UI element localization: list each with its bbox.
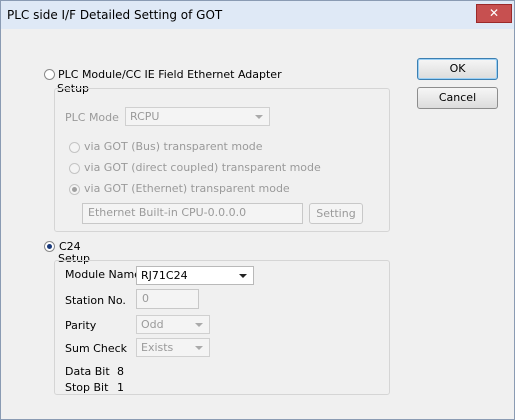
chevron-down-icon (255, 115, 263, 119)
setting-button[interactable]: Setting (309, 203, 363, 224)
plc-module-setup-group: PLC Mode RCPU via GOT (Bus) transparent … (54, 88, 390, 232)
dialog-client-area: OK Cancel PLC Module/CC IE Field Etherne… (7, 31, 508, 413)
plc-module-radio-label: PLC Module/CC IE Field Ethernet Adapter (58, 68, 282, 81)
via-got-bus-label: via GOT (Bus) transparent mode (84, 140, 263, 153)
module-name-select[interactable]: RJ71C24 (136, 266, 254, 285)
data-bit-label: Data Bit (65, 365, 110, 378)
plc-mode-value: RCPU (130, 110, 160, 123)
station-no-value: 0 (142, 292, 149, 305)
stop-bit-label: Stop Bit (65, 381, 109, 394)
setting-button-label: Setting (316, 207, 356, 220)
ethernet-target-value: Ethernet Built-in CPU-0.0.0.0 (88, 206, 247, 219)
station-no-field[interactable]: 0 (136, 289, 199, 309)
sum-check-label: Sum Check (65, 342, 128, 355)
stop-bit-value: 1 (117, 381, 124, 394)
chevron-down-icon (195, 346, 203, 350)
via-got-ethernet-radio[interactable] (69, 184, 80, 195)
close-icon: ✕ (488, 6, 500, 20)
module-name-label: Module Name (65, 268, 141, 281)
module-name-value: RJ71C24 (141, 269, 188, 282)
cancel-button-label: Cancel (438, 91, 477, 104)
plc-if-detailed-setting-dialog: PLC side I/F Detailed Setting of GOT ✕ O… (0, 0, 515, 420)
station-no-label: Station No. (65, 294, 126, 307)
data-bit-value: 8 (117, 365, 124, 378)
via-got-bus-radio[interactable] (69, 142, 80, 153)
plc-mode-select[interactable]: RCPU (125, 107, 270, 126)
chevron-down-icon (239, 274, 247, 278)
sum-check-value: Exists (141, 341, 174, 354)
via-got-direct-radio[interactable] (69, 163, 80, 174)
via-got-direct-label: via GOT (direct coupled) transparent mod… (84, 161, 321, 174)
plc-module-radio[interactable] (44, 69, 55, 80)
c24-radio[interactable] (44, 241, 55, 252)
title-bar: PLC side I/F Detailed Setting of GOT ✕ (1, 1, 514, 29)
window-title: PLC side I/F Detailed Setting of GOT (7, 8, 223, 22)
close-button[interactable]: ✕ (476, 4, 512, 23)
c24-setup-group: Module Name RJ71C24 Station No. 0 Parity… (54, 260, 390, 395)
plc-mode-label: PLC Mode (65, 111, 119, 124)
ok-button[interactable]: OK (417, 58, 498, 80)
via-got-ethernet-label: via GOT (Ethernet) transparent mode (84, 182, 290, 195)
chevron-down-icon (195, 323, 203, 327)
parity-select[interactable]: Odd (136, 315, 210, 334)
sum-check-select[interactable]: Exists (136, 338, 210, 357)
ok-button-label: OK (449, 62, 466, 75)
parity-value: Odd (141, 318, 164, 331)
parity-label: Parity (65, 319, 97, 332)
cancel-button[interactable]: Cancel (417, 87, 498, 109)
ethernet-target-field[interactable]: Ethernet Built-in CPU-0.0.0.0 (82, 203, 303, 224)
